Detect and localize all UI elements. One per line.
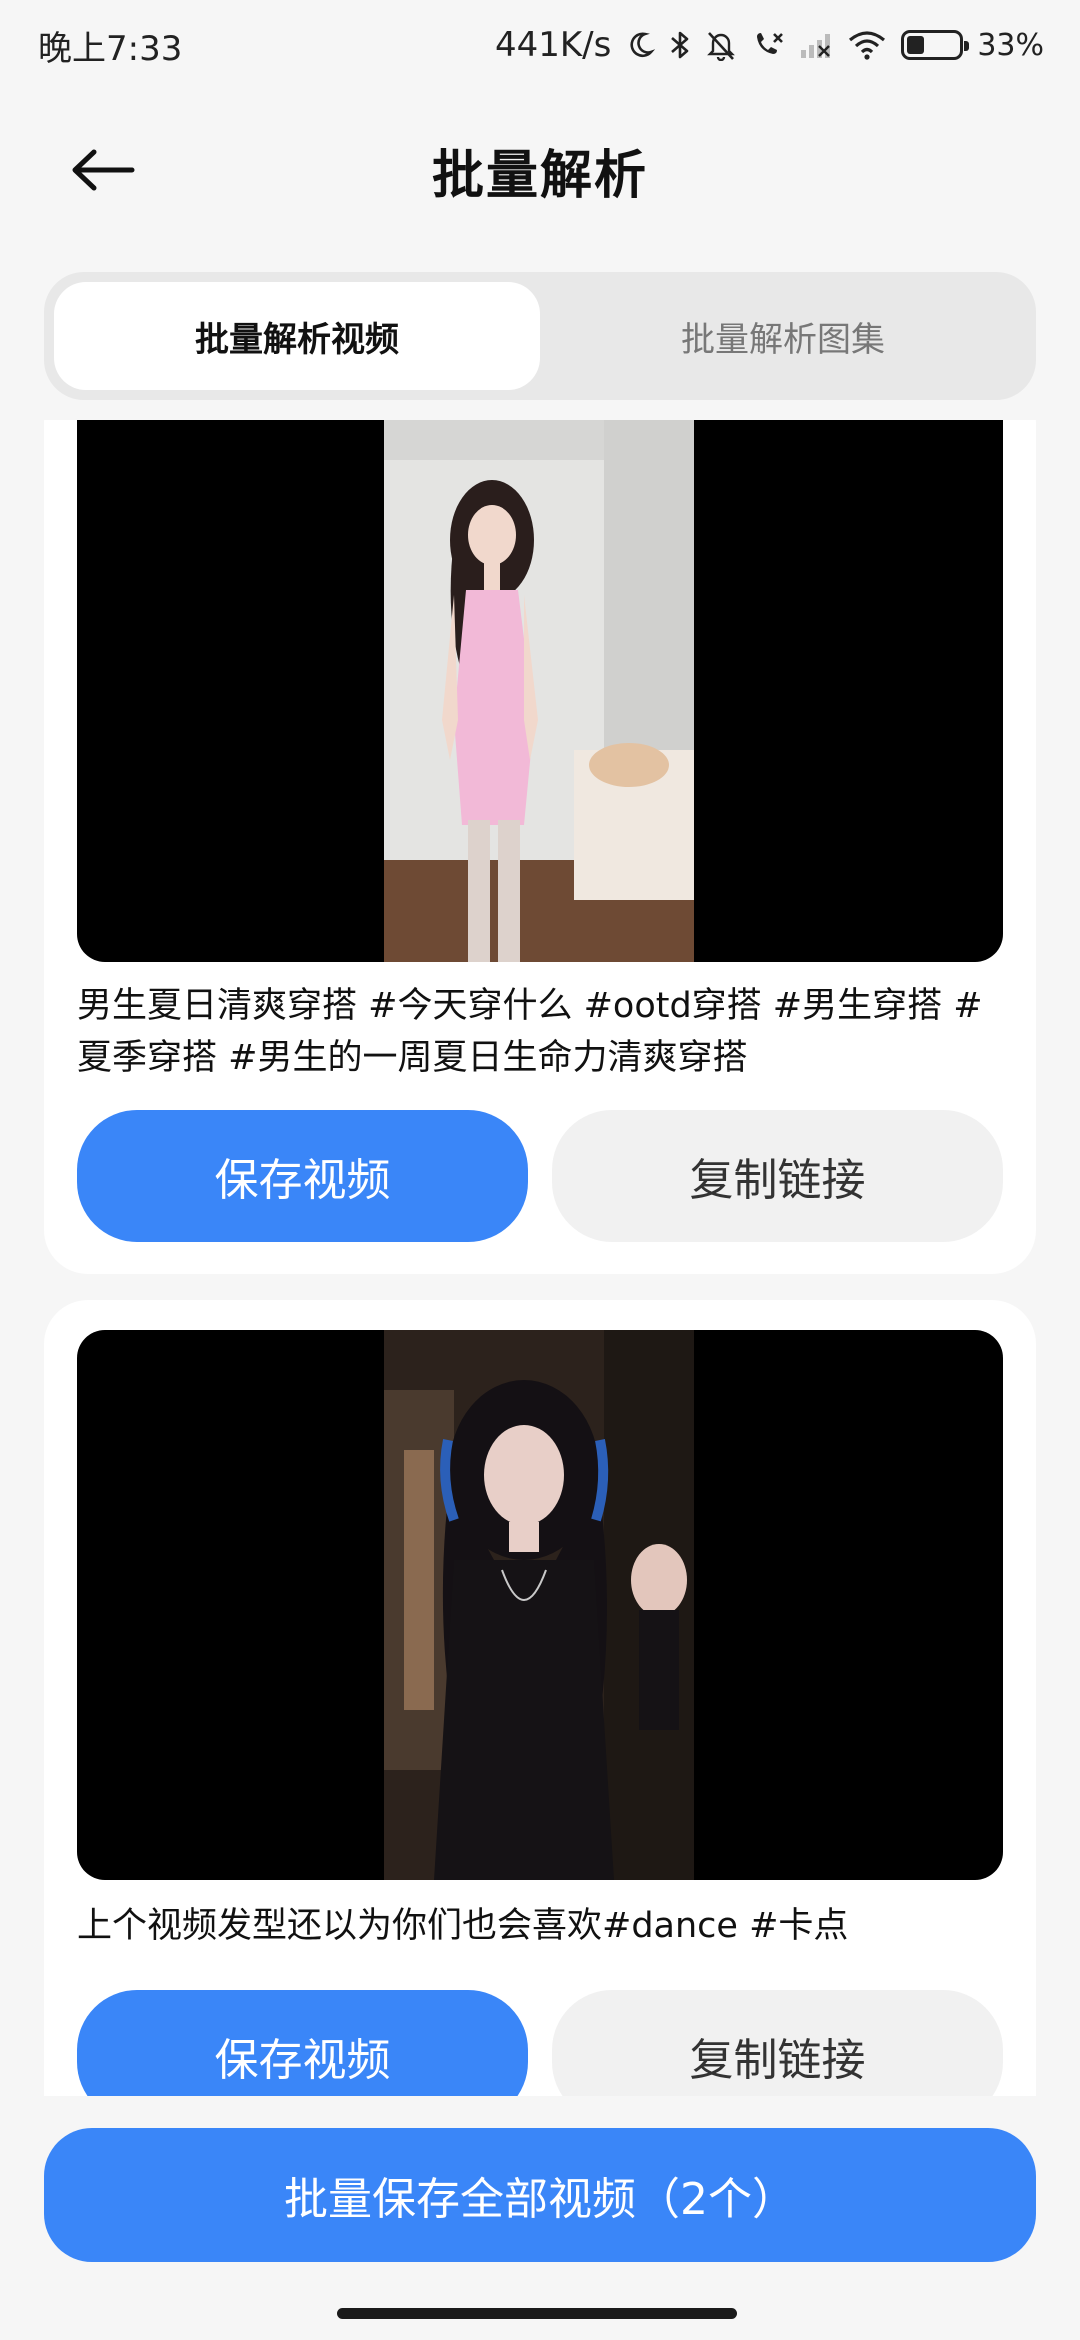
wifi-icon — [847, 30, 887, 60]
segmented-tabs: 批量解析视频 批量解析图集 — [44, 272, 1036, 400]
action-row: 保存视频 复制链接 — [77, 1990, 1003, 2096]
video-caption: 上个视频发型还以为你们也会喜欢#dance #卡点 — [77, 1906, 849, 1946]
status-bar: 晚上7:33 441K/s 33% — [0, 0, 1080, 90]
app-screen: 晚上7:33 441K/s 33% 批量解析 批量解析视频 批量解析图集 男生夏… — [0, 0, 1080, 2340]
bluetooth-icon — [669, 29, 691, 61]
video-caption: 男生夏日清爽穿搭 #今天穿什么 #ootd穿搭 #男生穿搭 #夏季穿搭 #男生的… — [77, 986, 983, 1078]
net-speed: 441K/s — [494, 25, 612, 65]
save-video-button[interactable]: 保存视频 — [77, 1110, 528, 1242]
mute-icon — [705, 29, 737, 61]
moon-icon — [625, 30, 656, 60]
video-card: 男生夏日清爽穿搭 #今天穿什么 #ootd穿搭 #男生穿搭 #夏季穿搭 #男生的… — [44, 420, 1036, 1274]
missed-call-icon — [751, 29, 785, 61]
back-button[interactable] — [70, 140, 150, 200]
video-list[interactable]: 男生夏日清爽穿搭 #今天穿什么 #ootd穿搭 #男生穿搭 #夏季穿搭 #男生的… — [0, 420, 1080, 2096]
video-player[interactable] — [77, 1330, 1003, 1880]
save-all-videos-button[interactable]: 批量保存全部视频（2个） — [44, 2128, 1036, 2262]
video-card: 上个视频发型还以为你们也会喜欢#dance #卡点 保存视频 复制链接 — [44, 1300, 1036, 2096]
video-player[interactable] — [77, 420, 1003, 962]
action-row: 保存视频 复制链接 — [77, 1110, 1003, 1242]
home-indicator[interactable] — [337, 2308, 737, 2319]
tab-batch-video[interactable]: 批量解析视频 — [54, 282, 540, 390]
header: 批量解析 — [0, 110, 1080, 230]
battery-percent: 33% — [977, 27, 1044, 63]
video-thumbnail — [384, 420, 694, 962]
tab-batch-gallery[interactable]: 批量解析图集 — [540, 282, 1026, 390]
signal-icon — [799, 30, 833, 60]
save-video-button[interactable]: 保存视频 — [77, 1990, 528, 2096]
copy-link-button[interactable]: 复制链接 — [552, 1110, 1003, 1242]
status-icons: 441K/s 33% — [495, 25, 1044, 65]
video-thumbnail — [384, 1330, 694, 1880]
page-title: 批量解析 — [431, 145, 648, 206]
arrow-left-icon — [72, 149, 135, 191]
copy-link-button[interactable]: 复制链接 — [552, 1990, 1003, 2096]
status-time: 晚上7:33 — [38, 28, 183, 69]
battery-icon — [901, 30, 970, 60]
